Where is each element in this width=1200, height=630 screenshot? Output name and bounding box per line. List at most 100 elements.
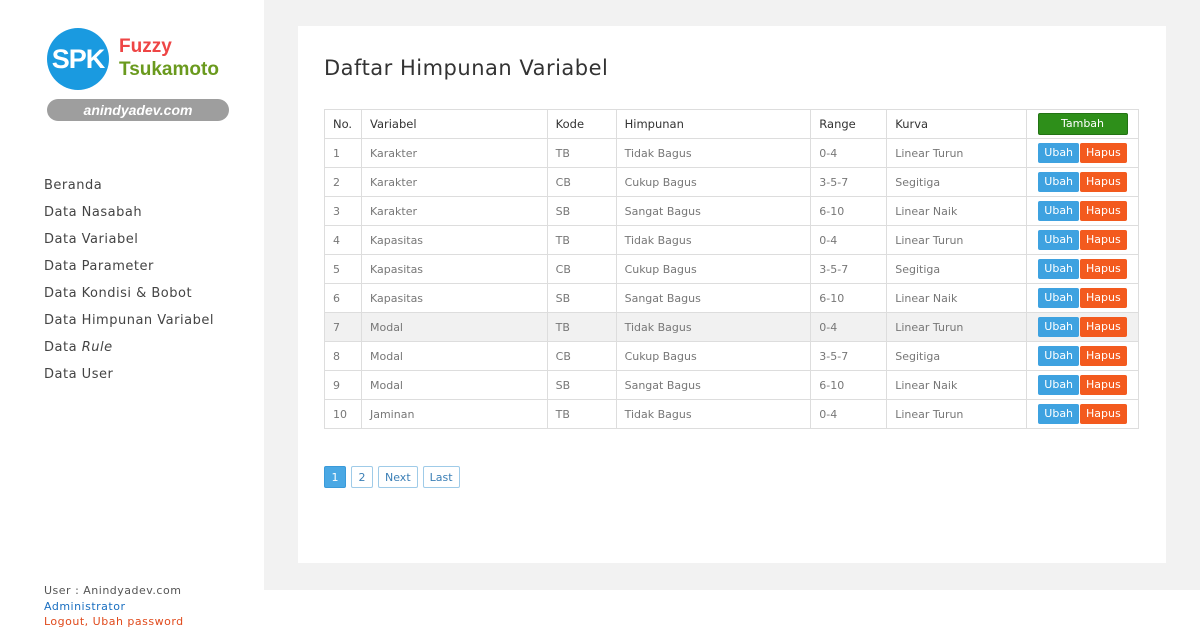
delete-button[interactable]: Hapus bbox=[1080, 375, 1127, 395]
user-links: Logout, Ubah password bbox=[44, 614, 184, 630]
change-password-link[interactable]: Ubah password bbox=[93, 615, 184, 628]
edit-button[interactable]: Ubah bbox=[1038, 346, 1080, 366]
delete-button[interactable]: Hapus bbox=[1080, 346, 1127, 366]
sidebar-nav: Beranda Data Nasabah Data Variabel Data … bbox=[44, 176, 214, 392]
cell-actions: Ubah Hapus bbox=[1026, 138, 1139, 168]
cell-range: 3-5-7 bbox=[810, 254, 888, 284]
pagination: 1 2 Next Last bbox=[324, 466, 460, 488]
cell-himpunan: Sangat Bagus bbox=[615, 196, 812, 226]
cell-kode: CB bbox=[546, 341, 617, 371]
himpunan-table: No. Variabel Kode Himpunan Range Kurva T… bbox=[324, 109, 1139, 429]
edit-button[interactable]: Ubah bbox=[1038, 201, 1080, 221]
edit-button[interactable]: Ubah bbox=[1038, 259, 1080, 279]
nav-item-data-rule[interactable]: Data Rule bbox=[44, 338, 214, 365]
cell-no: 8 bbox=[324, 341, 362, 371]
delete-button[interactable]: Hapus bbox=[1080, 201, 1127, 221]
nav-item-data-user[interactable]: Data User bbox=[44, 365, 214, 392]
cell-range: 6-10 bbox=[810, 370, 888, 400]
cell-himpunan: Tidak Bagus bbox=[615, 225, 812, 255]
edit-button[interactable]: Ubah bbox=[1038, 143, 1080, 163]
page-button-2[interactable]: 2 bbox=[351, 466, 373, 488]
cell-range: 0-4 bbox=[810, 399, 888, 429]
nav-item-data-kondisi-bobot[interactable]: Data Kondisi & Bobot bbox=[44, 284, 214, 311]
delete-button[interactable]: Hapus bbox=[1080, 230, 1127, 250]
cell-himpunan: Sangat Bagus bbox=[615, 283, 812, 313]
nav-item-data-parameter[interactable]: Data Parameter bbox=[44, 257, 214, 284]
cell-kode: SB bbox=[546, 196, 617, 226]
col-header-no: No. bbox=[324, 109, 362, 139]
cell-kode: TB bbox=[546, 312, 617, 342]
cell-no: 1 bbox=[324, 138, 362, 168]
cell-variabel: Kapasitas bbox=[360, 283, 548, 313]
col-header-variabel: Variabel bbox=[360, 109, 548, 139]
col-header-actions: Tambah bbox=[1026, 109, 1139, 139]
cell-kurva: Linear Naik bbox=[886, 370, 1028, 400]
spk-logo-badge: SPK bbox=[47, 28, 109, 90]
cell-no: 3 bbox=[324, 196, 362, 226]
edit-button[interactable]: Ubah bbox=[1038, 375, 1080, 395]
edit-button[interactable]: Ubah bbox=[1038, 404, 1080, 424]
sidebar: SPK Fuzzy Tsukamoto anindyadev.com Beran… bbox=[0, 0, 264, 630]
logo-title-tsukamoto: Tsukamoto bbox=[119, 59, 219, 80]
cell-no: 5 bbox=[324, 254, 362, 284]
cell-variabel: Modal bbox=[360, 312, 548, 342]
edit-button[interactable]: Ubah bbox=[1038, 317, 1080, 337]
table-row: 2 Karakter CB Cukup Bagus 3-5-7 Segitiga Ubah H… bbox=[324, 167, 1139, 197]
last-page-button[interactable]: Last bbox=[422, 466, 460, 488]
edit-button[interactable]: Ubah bbox=[1038, 172, 1080, 192]
cell-no: 4 bbox=[324, 225, 362, 255]
next-page-button[interactable]: Next bbox=[378, 466, 418, 488]
delete-button[interactable]: Hapus bbox=[1080, 404, 1127, 424]
col-header-range: Range bbox=[810, 109, 888, 139]
nav-item-label: Data bbox=[44, 340, 82, 355]
delete-button[interactable]: Hapus bbox=[1080, 172, 1127, 192]
user-name: User : Anindyadev.com bbox=[44, 584, 182, 597]
delete-button[interactable]: Hapus bbox=[1080, 259, 1127, 279]
table-row: 6 Kapasitas SB Sangat Bagus 6-10 Linear Naik U… bbox=[324, 283, 1139, 313]
cell-himpunan: Tidak Bagus bbox=[615, 312, 812, 342]
add-button[interactable]: Tambah bbox=[1037, 113, 1128, 135]
delete-button[interactable]: Hapus bbox=[1080, 143, 1127, 163]
app-logo[interactable]: SPK Fuzzy Tsukamoto anindyadev.com bbox=[47, 28, 232, 123]
cell-no: 6 bbox=[324, 283, 362, 313]
cell-variabel: Karakter bbox=[360, 167, 548, 197]
table-header-row: No. Variabel Kode Himpunan Range Kurva T… bbox=[324, 109, 1139, 139]
cell-himpunan: Tidak Bagus bbox=[615, 138, 812, 168]
cell-kurva: Linear Turun bbox=[886, 399, 1028, 429]
cell-kode: TB bbox=[546, 399, 617, 429]
edit-button[interactable]: Ubah bbox=[1038, 288, 1080, 308]
nav-item-data-himpunan-variabel[interactable]: Data Himpunan Variabel bbox=[44, 311, 214, 338]
nav-item-data-variabel[interactable]: Data Variabel bbox=[44, 230, 214, 257]
table-row: 1 Karakter TB Tidak Bagus 0-4 Linear Turun Uba… bbox=[324, 138, 1139, 168]
cell-no: 7 bbox=[324, 312, 362, 342]
cell-actions: Ubah Hapus bbox=[1026, 225, 1139, 255]
cell-kurva: Segitiga bbox=[886, 167, 1028, 197]
cell-kode: SB bbox=[546, 283, 617, 313]
logo-title-fuzzy: Fuzzy bbox=[119, 36, 172, 57]
cell-kurva: Linear Turun bbox=[886, 225, 1028, 255]
col-header-himpunan: Himpunan bbox=[615, 109, 812, 139]
cell-himpunan: Cukup Bagus bbox=[615, 254, 812, 284]
cell-actions: Ubah Hapus bbox=[1026, 312, 1139, 342]
nav-item-beranda[interactable]: Beranda bbox=[44, 176, 214, 203]
delete-button[interactable]: Hapus bbox=[1080, 288, 1127, 308]
nav-item-data-nasabah[interactable]: Data Nasabah bbox=[44, 203, 214, 230]
cell-kode: CB bbox=[546, 254, 617, 284]
link-separator: , bbox=[84, 615, 93, 628]
edit-button[interactable]: Ubah bbox=[1038, 230, 1080, 250]
table-body: 1 Karakter TB Tidak Bagus 0-4 Linear Turun Uba… bbox=[324, 138, 1139, 429]
table-row: 3 Karakter SB Sangat Bagus 6-10 Linear Naik Ub… bbox=[324, 196, 1139, 226]
delete-button[interactable]: Hapus bbox=[1080, 317, 1127, 337]
cell-himpunan: Cukup Bagus bbox=[615, 341, 812, 371]
cell-kurva: Linear Turun bbox=[886, 138, 1028, 168]
cell-no: 2 bbox=[324, 167, 362, 197]
cell-range: 6-10 bbox=[810, 283, 888, 313]
logout-link[interactable]: Logout bbox=[44, 615, 85, 628]
cell-actions: Ubah Hapus bbox=[1026, 196, 1139, 226]
cell-range: 0-4 bbox=[810, 225, 888, 255]
cell-actions: Ubah Hapus bbox=[1026, 341, 1139, 371]
page-button-1[interactable]: 1 bbox=[324, 466, 346, 488]
col-header-kurva: Kurva bbox=[886, 109, 1028, 139]
cell-actions: Ubah Hapus bbox=[1026, 167, 1139, 197]
cell-kurva: Segitiga bbox=[886, 254, 1028, 284]
